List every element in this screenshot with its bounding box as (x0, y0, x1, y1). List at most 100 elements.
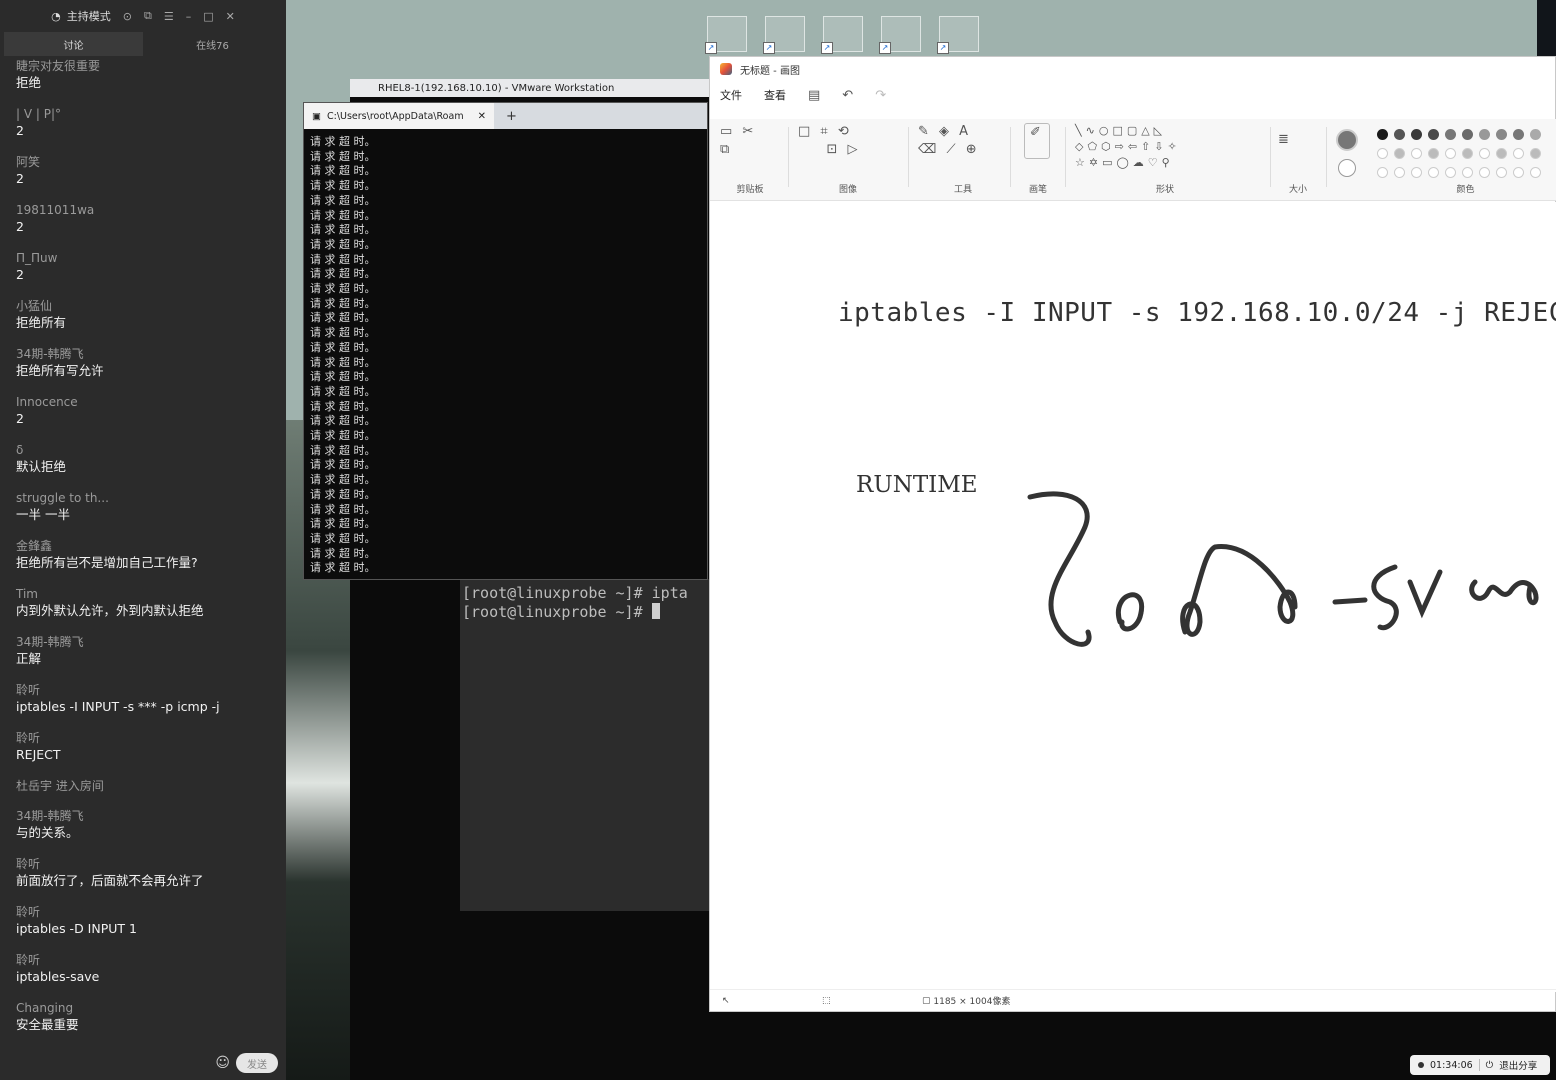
cmd-tab[interactable]: ▣ C:\Users\root\AppData\Roam ✕ (304, 103, 494, 129)
chat-input-bar[interactable]: ☺ 发送 (8, 1051, 278, 1075)
save-icon[interactable]: ▤ (808, 88, 820, 103)
cmd-output-line: 请 求 超 时。 (310, 149, 376, 163)
chat-panel: ◔ 主持模式 ⊙ ⧉ ☰ – □ ✕ 讨论 在线76 睫宗对友很重要 拒绝 | V … (0, 0, 286, 1080)
maximize-icon[interactable]: □ (203, 10, 213, 23)
desktop-shortcut-icon[interactable]: ↗ (705, 16, 747, 54)
size-group: ≣ 大小 (1278, 123, 1318, 195)
cmd-output-line: 请 求 超 时。 (310, 429, 376, 443)
undo-icon[interactable]: ↶ (842, 88, 853, 103)
palette-color-swatch[interactable] (1377, 148, 1388, 159)
palette-color-swatch[interactable] (1377, 129, 1388, 140)
palette-color-swatch[interactable] (1377, 167, 1388, 178)
message-text: 内到外默认允许，外到内默认拒绝 (16, 603, 204, 618)
palette-color-swatch[interactable] (1411, 148, 1422, 159)
tab-discussion[interactable]: 讨论 (4, 32, 143, 56)
new-tab-icon[interactable]: + (506, 109, 517, 124)
cmd-output-line: 请 求 超 时。 (310, 443, 376, 457)
palette-color-swatch[interactable] (1462, 148, 1473, 159)
palette-color-swatch[interactable] (1530, 148, 1541, 159)
chat-message: 34期-韩腾飞 与的关系。 (16, 808, 286, 842)
color2-swatch[interactable] (1338, 159, 1356, 177)
cmd-output-line: 请 求 超 时。 (310, 340, 376, 354)
palette-color-swatch[interactable] (1479, 129, 1490, 140)
palette-color-swatch[interactable] (1428, 148, 1439, 159)
chat-message: 聆听 前面放行了，后面就不会再允许了 (16, 856, 286, 890)
paint-statusbar: ↖ ⬚ ▢ 1185 × 1004像素 (710, 989, 1556, 1011)
palette-color-swatch[interactable] (1411, 167, 1422, 178)
message-list[interactable]: 睫宗对友很重要 拒绝 | V | P|° 2 阿笑 2 19811011wa 2 Π_Πuw 2 小… (0, 58, 286, 1043)
palette-color-swatch[interactable] (1496, 148, 1507, 159)
desktop-shortcut-icon[interactable]: ↗ (879, 16, 921, 54)
terminal-line: [root@linuxprobe ~]# ipta (462, 584, 688, 602)
palette-color-swatch[interactable] (1411, 129, 1422, 140)
color-palette[interactable] (1374, 127, 1556, 184)
palette-color-swatch[interactable] (1394, 148, 1405, 159)
palette-color-swatch[interactable] (1462, 129, 1473, 140)
cmd-output-line: 请 求 超 时。 (310, 502, 376, 516)
palette-color-swatch[interactable] (1513, 148, 1524, 159)
popout-icon[interactable]: ⧉ (144, 9, 152, 23)
palette-color-swatch[interactable] (1530, 167, 1541, 178)
palette-color-swatch[interactable] (1479, 148, 1490, 159)
close-tab-icon[interactable]: ✕ (478, 111, 486, 122)
shapes-icons[interactable]: ╲∿○□▢△◺ ◇⬠⬡⇨⇦⇧⇩✧ ☆✡▭◯☁♡⚲ (1075, 123, 1255, 171)
palette-color-swatch[interactable] (1428, 129, 1439, 140)
palette-color-swatch[interactable] (1479, 167, 1490, 178)
palette-color-swatch[interactable] (1394, 167, 1405, 178)
palette-color-swatch[interactable] (1445, 129, 1456, 140)
exit-share-button[interactable]: 退出分享 (1499, 1058, 1537, 1072)
emoji-icon[interactable]: ☺ (215, 1055, 230, 1071)
message-text: 前面放行了，后面就不会再允许了 (16, 873, 204, 888)
desktop-shortcut-icon[interactable]: ↗ (821, 16, 863, 54)
share-widget: 01:34:06 ⏻ 退出分享 (1410, 1055, 1550, 1075)
cmd-output-line: 请 求 超 时。 (310, 458, 376, 472)
menu-file[interactable]: 文件 (720, 87, 742, 103)
redo-icon[interactable]: ↷ (875, 88, 886, 103)
vm-console-area[interactable] (460, 579, 710, 911)
desktop-shortcut-icon[interactable]: ↗ (763, 16, 805, 54)
paint-window[interactable]: 无标题 - 画图 文件 查看 ▤ ↶ ↷ ▭ ✂ ⧉ 剪贴板 □ ⌗ ⟲ ⊡ ▷… (709, 56, 1556, 1012)
palette-color-swatch[interactable] (1445, 148, 1456, 159)
message-author: 杜岳宇 进入房间 (16, 779, 104, 793)
palette-color-swatch[interactable] (1496, 167, 1507, 178)
palette-color-swatch[interactable] (1445, 167, 1456, 178)
paint-title: 无标题 - 画图 (740, 65, 800, 77)
palette-color-swatch[interactable] (1394, 129, 1405, 140)
cmd-window[interactable]: ▣ C:\Users\root\AppData\Roam ✕ + 请 求 超 时… (303, 102, 708, 580)
canvas-size-text: 1185 × 1004像素 (933, 997, 1011, 1007)
message-text: 默认拒绝 (16, 459, 67, 474)
send-button[interactable]: 发送 (236, 1053, 278, 1073)
handwriting-scribble (1027, 491, 1539, 647)
group-label: 图像 (838, 185, 857, 195)
menu-view[interactable]: 查看 (764, 87, 786, 103)
chat-mode-title: 主持模式 (66, 10, 111, 23)
palette-color-swatch[interactable] (1513, 167, 1524, 178)
palette-color-swatch[interactable] (1496, 129, 1507, 140)
clipboard-icons[interactable]: ▭ ✂ ⧉ (720, 123, 780, 159)
image-icons[interactable]: □ ⌗ ⟲ ⊡ ▷ (798, 123, 898, 159)
chat-message: 19811011wa 2 (16, 202, 286, 236)
tools-icons[interactable]: ✎ ◈ A ⌫ ⟋ ⊕ (918, 123, 1008, 159)
palette-color-swatch[interactable] (1462, 167, 1473, 178)
palette-color-swatch[interactable] (1530, 129, 1541, 140)
brush-icon[interactable]: ✐ (1024, 123, 1050, 159)
menu-icon[interactable]: ☰ (164, 10, 174, 23)
message-text: iptables -I INPUT -s *** -p icmp -j (16, 699, 220, 714)
drawing-canvas[interactable]: iptables -I INPUT -s 192.168.10.0/24 -j … (710, 202, 1556, 992)
tab-online[interactable]: 在线76 (143, 32, 282, 56)
palette-color-swatch[interactable] (1428, 167, 1439, 178)
settings-icon[interactable]: ⊙ (123, 10, 132, 23)
minimize-icon[interactable]: – (186, 10, 192, 23)
close-icon[interactable]: ✕ (226, 10, 235, 23)
cmd-output-line: 请 求 超 时。 (310, 179, 376, 193)
vm-terminal-output: [root@linuxprobe ~]# ipta [root@linuxpro… (462, 584, 688, 622)
size-icon[interactable]: ≣ (1278, 131, 1318, 149)
colors-group: 颜色 (1334, 123, 1556, 195)
cmd-output-line: 请 求 超 时。 (310, 208, 376, 222)
palette-color-swatch[interactable] (1513, 129, 1524, 140)
paint-menubar: 文件 查看 ▤ ↶ ↷ (710, 81, 1555, 109)
pointer-icon: ↖ (722, 995, 730, 1006)
color1-swatch[interactable] (1336, 129, 1358, 151)
desktop-shortcut-icon[interactable]: ↗ (937, 16, 979, 54)
cmd-output-line: 请 求 超 时。 (310, 414, 376, 428)
